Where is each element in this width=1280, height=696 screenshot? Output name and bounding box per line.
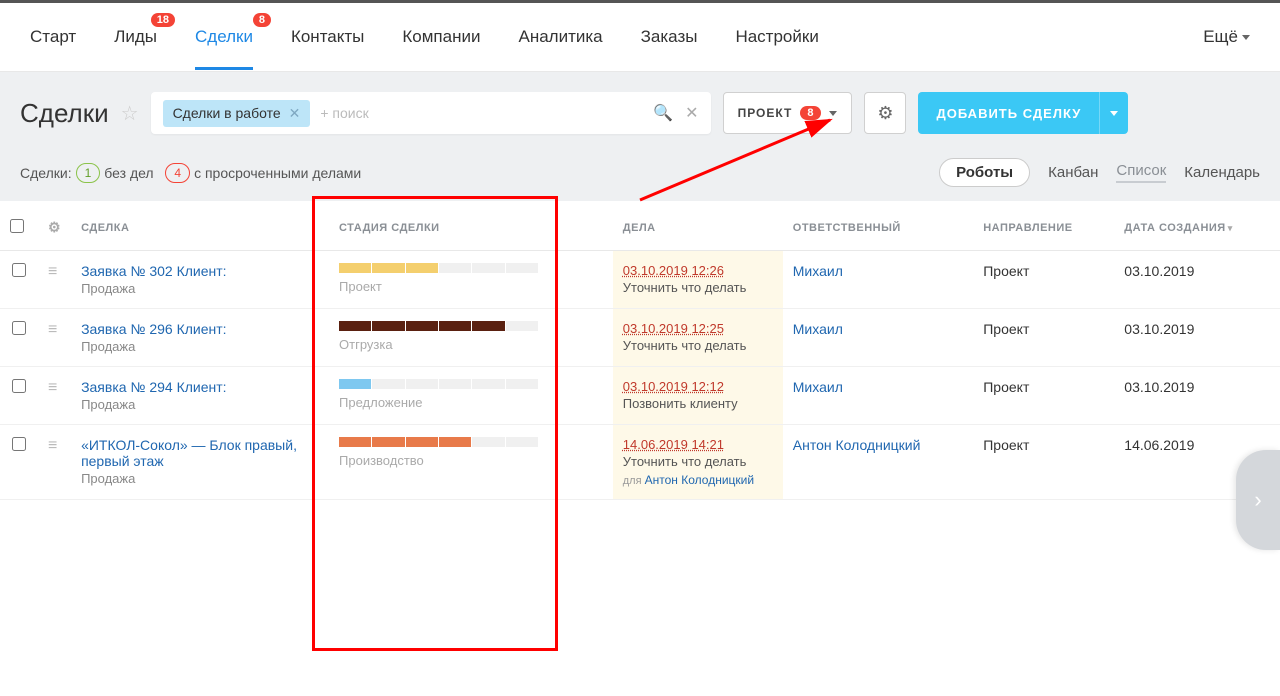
created-date-cell: 03.10.2019 xyxy=(1114,251,1280,309)
nav-companies[interactable]: Компании xyxy=(402,5,480,69)
deal-subtype: Продажа xyxy=(81,281,319,296)
nav-start[interactable]: Старт xyxy=(30,5,76,69)
deal-link[interactable]: Заявка № 296 Клиент: xyxy=(81,321,319,337)
settings-gear-button[interactable]: ⚙ xyxy=(864,92,906,134)
deal-link[interactable]: Заявка № 294 Клиент: xyxy=(81,379,319,395)
deal-link[interactable]: «ИТКОЛ-Сокол» — Блок правый, первый этаж xyxy=(81,437,319,469)
deal-subtype: Продажа xyxy=(81,397,319,412)
chevron-right-icon: › xyxy=(1254,487,1261,513)
stage-label: Отгрузка xyxy=(339,337,603,352)
task-date-link[interactable]: 03.10.2019 12:25 xyxy=(623,321,773,336)
add-deal-dropdown[interactable] xyxy=(1099,92,1128,134)
drag-handle-icon[interactable]: ≡ xyxy=(48,321,53,338)
column-settings-icon[interactable]: ⚙ xyxy=(48,219,61,235)
direction-cell: Проект xyxy=(973,251,1114,309)
stage-label: Проект xyxy=(339,279,603,294)
search-clear-icon[interactable]: ✕ xyxy=(685,103,698,123)
task-text: Уточнить что делать xyxy=(623,280,773,295)
nav-settings[interactable]: Настройки xyxy=(735,5,818,69)
view-switcher: Роботы Канбан Список Календарь xyxy=(939,158,1260,187)
col-created[interactable]: Дата создания▾ xyxy=(1114,201,1280,251)
search-box[interactable]: Сделки в работе ✕ + поиск 🔍 ✕ xyxy=(151,92,711,134)
chevron-down-icon xyxy=(829,111,837,116)
task-date-link[interactable]: 03.10.2019 12:12 xyxy=(623,379,773,394)
nav-contacts[interactable]: Контакты xyxy=(291,5,364,69)
gear-icon: ⚙ xyxy=(877,103,893,124)
stage-progress[interactable] xyxy=(339,321,539,331)
col-deal[interactable]: Сделка xyxy=(71,201,329,251)
view-kanban[interactable]: Канбан xyxy=(1048,164,1098,181)
responsible-link[interactable]: Михаил xyxy=(793,263,843,279)
stage-label: Предложение xyxy=(339,395,603,410)
project-badge: 8 xyxy=(800,106,821,120)
task-assignee-link[interactable]: Антон Колодницкий xyxy=(645,473,754,487)
nav-more[interactable]: Ещё xyxy=(1203,27,1250,47)
task-date-link[interactable]: 03.10.2019 12:26 xyxy=(623,263,773,278)
direction-cell: Проект xyxy=(973,367,1114,425)
nav-analytics[interactable]: Аналитика xyxy=(518,5,602,69)
deal-subtype: Продажа xyxy=(81,339,319,354)
project-dropdown-button[interactable]: ПРОЕКТ 8 xyxy=(723,92,853,134)
created-date-cell: 03.10.2019 xyxy=(1114,309,1280,367)
filter-tag-remove-icon[interactable]: ✕ xyxy=(289,105,301,122)
task-assignee: для Антон Колодницкий xyxy=(623,473,773,487)
page-title: Сделки xyxy=(20,98,109,129)
task-date-link[interactable]: 14.06.2019 14:21 xyxy=(623,437,773,452)
responsible-link[interactable]: Михаил xyxy=(793,379,843,395)
stage-progress[interactable] xyxy=(339,379,539,389)
task-text: Позвонить клиенту xyxy=(623,396,773,411)
task-text: Уточнить что делать xyxy=(623,338,773,353)
table-row: ≡ Заявка № 296 Клиент: Продажа Отгрузка 03.1… xyxy=(0,309,1280,367)
filter-tag[interactable]: Сделки в работе ✕ xyxy=(163,100,311,127)
responsible-link[interactable]: Антон Колодницкий xyxy=(793,437,921,453)
col-direction[interactable]: Направление xyxy=(973,201,1114,251)
stage-progress[interactable] xyxy=(339,263,539,273)
task-text: Уточнить что делать xyxy=(623,454,773,469)
nav-deals-badge: 8 xyxy=(253,13,271,27)
created-date-cell: 03.10.2019 xyxy=(1114,367,1280,425)
row-checkbox[interactable] xyxy=(12,321,26,335)
drag-handle-icon[interactable]: ≡ xyxy=(48,437,53,454)
header-bar: Сделки ☆ Сделки в работе ✕ + поиск 🔍 ✕ П… xyxy=(0,72,1280,144)
search-placeholder: + поиск xyxy=(320,105,368,121)
deal-link[interactable]: Заявка № 302 Клиент: xyxy=(81,263,319,279)
nav-orders[interactable]: Заказы xyxy=(641,5,698,69)
nav-leads-badge: 18 xyxy=(151,13,175,27)
view-calendar[interactable]: Календарь xyxy=(1184,164,1260,181)
chevron-down-icon xyxy=(1242,35,1250,40)
deal-subtype: Продажа xyxy=(81,471,319,486)
select-all-checkbox[interactable] xyxy=(10,219,24,233)
view-list[interactable]: Список xyxy=(1116,162,1166,183)
nav-leads[interactable]: Лиды18 xyxy=(114,5,157,69)
nav-deals[interactable]: Сделки8 xyxy=(195,5,253,69)
table-row: ≡Заявка № 302 Клиент:ПродажаПроект03.10.… xyxy=(0,251,1280,309)
table-row: ≡ Заявка № 294 Клиент: Продажа Предложение 0… xyxy=(0,367,1280,425)
deals-table: ⚙ Сделка Стадия сделки Дела Ответственны… xyxy=(0,201,1280,500)
chevron-down-icon xyxy=(1110,111,1118,116)
drag-handle-icon[interactable]: ≡ xyxy=(48,379,53,396)
right-side-panel-toggle[interactable]: › xyxy=(1236,450,1280,550)
direction-cell: Проект xyxy=(973,425,1114,500)
count-no-tasks[interactable]: 1 xyxy=(76,163,101,183)
col-tasks[interactable]: Дела xyxy=(613,201,783,251)
top-nav: Старт Лиды18 Сделки8 Контакты Компании А… xyxy=(0,0,1280,72)
stage-progress[interactable] xyxy=(339,437,539,447)
sort-caret-icon: ▾ xyxy=(1228,223,1233,233)
direction-cell: Проект xyxy=(973,309,1114,367)
subfilter-bar: Сделки: 1 без дел 4 с просроченными дела… xyxy=(0,144,1280,201)
add-deal-button[interactable]: Добавить сделку xyxy=(918,92,1128,134)
col-stage[interactable]: Стадия сделки xyxy=(329,201,613,251)
count-overdue[interactable]: 4 xyxy=(165,163,190,183)
search-icon[interactable]: 🔍 xyxy=(653,103,673,123)
row-checkbox[interactable] xyxy=(12,379,26,393)
favorite-star-icon[interactable]: ☆ xyxy=(121,101,139,126)
responsible-link[interactable]: Михаил xyxy=(793,321,843,337)
row-checkbox[interactable] xyxy=(12,263,26,277)
stage-label: Производство xyxy=(339,453,603,468)
view-robots[interactable]: Роботы xyxy=(939,158,1030,187)
drag-handle-icon[interactable]: ≡ xyxy=(48,263,53,280)
col-responsible[interactable]: Ответственный xyxy=(783,201,973,251)
table-row: ≡ «ИТКОЛ-Сокол» — Блок правый, первый эта… xyxy=(0,425,1280,500)
row-checkbox[interactable] xyxy=(12,437,26,451)
